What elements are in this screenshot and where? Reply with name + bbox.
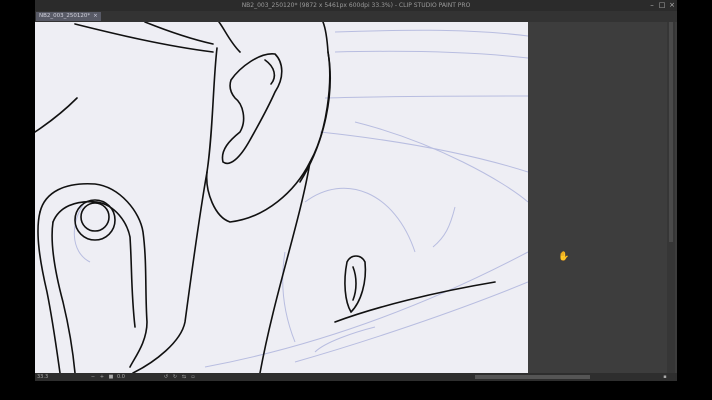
rotation-readout[interactable]: 0.0 (117, 373, 125, 381)
left-letterbox (0, 0, 35, 400)
vertical-scroll-thumb[interactable] (669, 22, 673, 242)
rotate-right-icon[interactable]: ↻ (172, 374, 178, 380)
clip-studio-window: NB2_003_250120* (9872 x 5461px 600dpi 33… (35, 0, 677, 381)
navigator-icon[interactable]: ▪ (662, 374, 668, 380)
right-letterbox (677, 0, 712, 400)
hand-cursor-icon: ✋ (558, 252, 570, 262)
minimize-icon[interactable]: – (647, 0, 657, 11)
title-bar: NB2_003_250120* (9872 x 5461px 600dpi 33… (35, 0, 677, 11)
document-tab[interactable]: NB2_003_250120* × (36, 12, 101, 21)
vertical-scrollbar[interactable] (667, 22, 675, 373)
line-art-drawing (35, 22, 528, 373)
canvas-workspace[interactable]: ✋ (35, 22, 677, 373)
status-bar: 33.3 − + ■ 0.0 ↺ ↻ ⇆ ▫ ▪ (35, 373, 677, 381)
flip-icon[interactable]: ⇆ (181, 374, 187, 380)
zoom-in-icon[interactable]: + (99, 374, 105, 380)
slider-handle-icon[interactable]: ■ (108, 374, 114, 380)
horizontal-scrollbar[interactable] (475, 375, 590, 379)
close-icon[interactable]: × (667, 0, 677, 11)
tab-close-icon[interactable]: × (93, 13, 98, 19)
zoom-out-icon[interactable]: − (90, 374, 96, 380)
drawing-canvas[interactable] (35, 22, 528, 373)
maximize-icon[interactable]: □ (657, 0, 667, 11)
document-tab-label: NB2_003_250120* (39, 13, 91, 19)
window-title: NB2_003_250120* (9872 x 5461px 600dpi 33… (241, 2, 471, 9)
bottom-letterbox (0, 381, 712, 400)
rotate-left-icon[interactable]: ↺ (163, 374, 169, 380)
document-tab-bar: NB2_003_250120* × (35, 11, 677, 22)
zoom-readout[interactable]: 33.3 (37, 373, 48, 381)
reset-view-icon[interactable]: ▫ (190, 374, 196, 380)
sketch-layer (73, 29, 528, 368)
